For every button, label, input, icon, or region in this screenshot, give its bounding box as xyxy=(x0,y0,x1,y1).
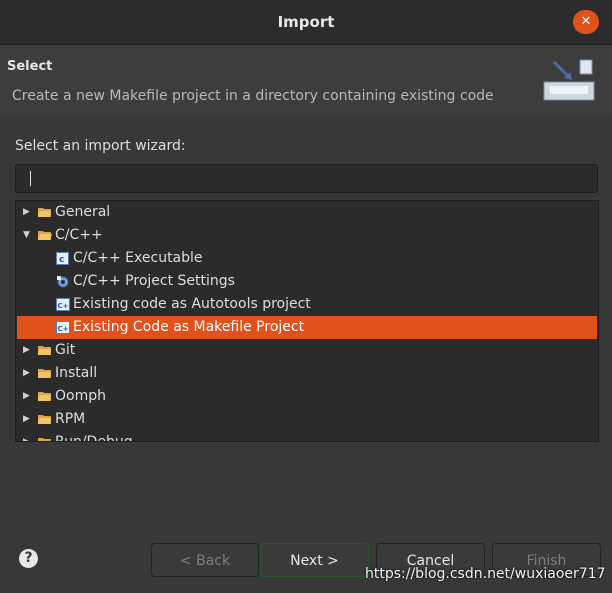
folder-icon xyxy=(38,208,51,217)
expand-arrow-icon[interactable]: ▶ xyxy=(23,339,33,362)
expand-arrow-icon[interactable]: ▶ xyxy=(23,431,33,441)
tree-item-autotools[interactable]: C+ Existing code as Autotools project xyxy=(17,293,597,316)
svg-text:C+: C+ xyxy=(58,302,69,310)
wizard-filter-input[interactable] xyxy=(16,165,597,192)
expand-arrow-icon[interactable]: ▶ xyxy=(23,201,33,224)
back-button[interactable]: < Back xyxy=(151,543,259,577)
settings-icon xyxy=(57,276,69,288)
folder-icon xyxy=(38,346,51,355)
page-title: Select xyxy=(7,59,53,74)
tree-item-rpm[interactable]: ▶ RPM xyxy=(17,408,597,431)
folder-open-icon xyxy=(38,231,52,240)
tree-item-label: Install xyxy=(55,365,98,381)
wizard-tree[interactable]: ▶ General ▼ C/C++ c C/C++ Executable C/C… xyxy=(15,200,599,442)
collapse-arrow-icon[interactable]: ▼ xyxy=(23,224,33,247)
wizard-filter xyxy=(15,164,598,193)
folder-icon xyxy=(38,415,51,424)
tree-item-general[interactable]: ▶ General xyxy=(17,201,597,224)
c-file-icon: c xyxy=(56,252,69,265)
tree-item-cpp[interactable]: ▼ C/C++ xyxy=(17,224,597,247)
close-icon[interactable]: ✕ xyxy=(573,10,599,34)
tree-item-label: Git xyxy=(55,342,76,358)
tree-item-label: Oomph xyxy=(55,388,106,404)
next-button[interactable]: Next > xyxy=(260,543,369,577)
tree-item-label: Existing Code as Makefile Project xyxy=(73,319,305,335)
folder-icon xyxy=(38,369,51,378)
expand-arrow-icon[interactable]: ▶ xyxy=(23,362,33,385)
tree-item-label: Existing code as Autotools project xyxy=(73,296,311,312)
tree-item-cpp-project-settings[interactable]: C/C++ Project Settings xyxy=(17,270,597,293)
help-icon[interactable]: ? xyxy=(19,549,38,568)
wizard-header xyxy=(0,45,612,115)
tree-item-git[interactable]: ▶ Git xyxy=(17,339,597,362)
watermark-url: https://blog.csdn.net/wuxiaoer717 xyxy=(365,566,606,582)
tree-item-label: Run/Debug xyxy=(55,434,133,442)
tree-item-oomph[interactable]: ▶ Oomph xyxy=(17,385,597,408)
svg-text:C+: C+ xyxy=(58,325,69,333)
text-caret xyxy=(30,171,31,186)
wizard-filter-label: Select an import wizard: xyxy=(15,138,186,154)
title-bar: Import ✕ xyxy=(0,0,612,45)
import-wizard-icon xyxy=(543,59,595,101)
expand-arrow-icon[interactable]: ▶ xyxy=(23,385,33,408)
page-description: Create a new Makefile project in a direc… xyxy=(12,88,494,104)
folder-icon xyxy=(38,392,51,401)
tree-item-label: C/C++ Project Settings xyxy=(73,273,235,289)
folder-icon xyxy=(38,438,51,441)
cpp-project-icon: C+ xyxy=(56,298,70,311)
tree-item-label: C/C++ Executable xyxy=(73,250,203,266)
cpp-project-icon: C+ xyxy=(56,321,70,334)
expand-arrow-icon[interactable]: ▶ xyxy=(23,408,33,431)
tree-item-cpp-executable[interactable]: c C/C++ Executable xyxy=(17,247,597,270)
tree-item-label: RPM xyxy=(55,411,86,427)
tree-item-makefile-project[interactable]: C+ Existing Code as Makefile Project xyxy=(17,316,597,339)
tree-item-label: C/C++ xyxy=(55,227,103,243)
window-title: Import xyxy=(277,13,335,31)
tree-item-label: General xyxy=(55,204,111,220)
tree-item-run-debug[interactable]: ▶ Run/Debug xyxy=(17,431,597,442)
svg-text:c: c xyxy=(59,255,64,265)
tree-item-install[interactable]: ▶ Install xyxy=(17,362,597,385)
